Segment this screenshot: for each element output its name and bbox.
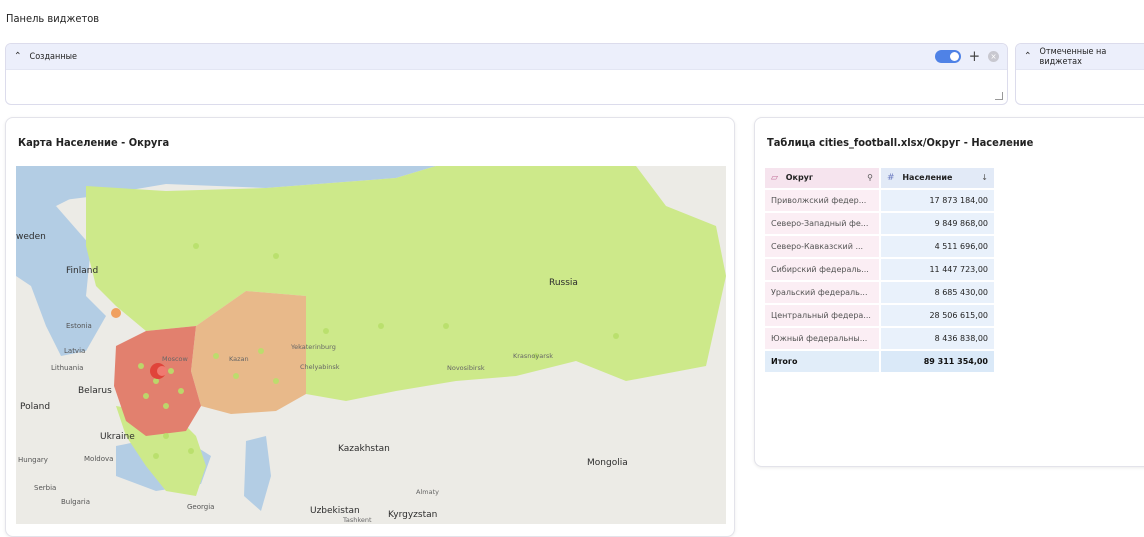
table-header-row: ▱ Округ ⚲ # Население ↓ bbox=[765, 168, 994, 188]
label-novosibirsk: Novosibirsk bbox=[447, 364, 485, 372]
measure-icon: # bbox=[887, 173, 895, 183]
marked-section: ⌃ Отмеченные на виджетах bbox=[1015, 43, 1144, 105]
page-title: Панель виджетов bbox=[6, 12, 100, 25]
cell-region: Южный федеральны... bbox=[765, 328, 879, 349]
label-serbia: Serbia bbox=[34, 484, 57, 492]
cell-population: 11 447 723,00 bbox=[881, 259, 994, 280]
chevron-up-icon[interactable]: ⌃ bbox=[14, 51, 22, 62]
table-row[interactable]: Южный федеральны... 8 436 838,00 bbox=[765, 328, 994, 349]
label-krasnoyarsk: Krasnoyarsk bbox=[513, 352, 554, 360]
cell-population: 28 506 615,00 bbox=[881, 305, 994, 326]
map-widget[interactable]: Карта Население - Округа weden Finland R… bbox=[5, 117, 735, 537]
label-kazakhstan: Kazakhstan bbox=[338, 444, 390, 454]
table-widget-title: Таблица cities_football.xlsx/Округ - Нас… bbox=[767, 136, 1034, 149]
table-row[interactable]: Северо-Западный фе... 9 849 868,00 bbox=[765, 213, 994, 234]
cell-population: 4 511 696,00 bbox=[881, 236, 994, 257]
label-sweden: weden bbox=[16, 232, 46, 242]
label-moscow: Moscow bbox=[162, 355, 188, 363]
table-widget[interactable]: Таблица cities_football.xlsx/Округ - Нас… bbox=[754, 117, 1144, 467]
cell-region: Уральский федераль... bbox=[765, 282, 879, 303]
label-moldova: Moldova bbox=[84, 455, 114, 463]
created-section: ⌃ Созданные + × bbox=[5, 43, 1008, 105]
label-almaty: Almaty bbox=[416, 488, 439, 496]
column-label-population: Население bbox=[902, 173, 953, 182]
table-total-row: Итого 89 311 354,00 bbox=[765, 351, 994, 372]
chevron-up-icon[interactable]: ⌃ bbox=[1024, 51, 1032, 62]
label-kyrgyzstan: Kyrgyzstan bbox=[388, 510, 438, 520]
population-table: ▱ Округ ⚲ # Население ↓ Приволжский феде… bbox=[763, 166, 996, 374]
moscow-marker-inner bbox=[157, 366, 167, 376]
cell-region: Сибирский федераль... bbox=[765, 259, 879, 280]
created-toggle[interactable] bbox=[934, 50, 961, 63]
cell-region: Приволжский федер... bbox=[765, 190, 879, 211]
choropleth-map[interactable]: weden Finland Russia Estonia Latvia Lith… bbox=[16, 166, 726, 524]
add-icon[interactable]: + bbox=[969, 49, 980, 64]
map-widget-title: Карта Население - Округа bbox=[18, 136, 170, 149]
label-tashkent: Tashkent bbox=[343, 516, 372, 524]
label-mongolia: Mongolia bbox=[587, 458, 628, 468]
label-lithuania: Lithuania bbox=[51, 364, 84, 372]
label-hungary: Hungary bbox=[18, 456, 48, 464]
label-chelyabinsk: Chelyabinsk bbox=[300, 363, 340, 371]
label-finland: Finland bbox=[66, 266, 99, 276]
label-belarus: Belarus bbox=[78, 386, 112, 396]
arrow-down-icon[interactable]: ↓ bbox=[981, 173, 988, 182]
created-section-header[interactable]: ⌃ Созданные + × bbox=[6, 44, 1007, 70]
column-header-region[interactable]: ▱ Округ ⚲ bbox=[765, 168, 879, 188]
label-poland: Poland bbox=[20, 402, 51, 412]
label-bulgaria: Bulgaria bbox=[61, 498, 91, 506]
label-russia: Russia bbox=[549, 278, 578, 288]
table-row[interactable]: Центральный федера... 28 506 615,00 bbox=[765, 305, 994, 326]
label-uzbekistan: Uzbekistan bbox=[310, 506, 360, 516]
column-header-population[interactable]: # Население ↓ bbox=[881, 168, 994, 188]
marked-section-title: Отмеченные на виджетах bbox=[1039, 46, 1107, 67]
cell-region: Северо-Кавказский ... bbox=[765, 236, 879, 257]
spb-marker bbox=[111, 308, 121, 318]
total-label: Итого bbox=[765, 351, 879, 372]
label-latvia: Latvia bbox=[64, 347, 86, 355]
zoom-icon[interactable]: ⚲ bbox=[867, 173, 873, 182]
cell-population: 17 873 184,00 bbox=[881, 190, 994, 211]
cell-region: Центральный федера... bbox=[765, 305, 879, 326]
map-graphic bbox=[16, 166, 726, 524]
table-row[interactable]: Сибирский федераль... 11 447 723,00 bbox=[765, 259, 994, 280]
total-value: 89 311 354,00 bbox=[881, 351, 994, 372]
label-kazan: Kazan bbox=[229, 355, 249, 363]
close-icon[interactable]: × bbox=[988, 51, 999, 62]
cell-population: 9 849 868,00 bbox=[881, 213, 994, 234]
label-ukraine: Ukraine bbox=[100, 432, 135, 442]
label-estonia: Estonia bbox=[66, 322, 92, 330]
dimension-icon: ▱ bbox=[771, 173, 778, 183]
column-label-region: Округ bbox=[785, 173, 814, 182]
marked-section-header[interactable]: ⌃ Отмеченные на виджетах bbox=[1016, 44, 1144, 70]
table-row[interactable]: Северо-Кавказский ... 4 511 696,00 bbox=[765, 236, 994, 257]
created-section-title: Созданные bbox=[29, 51, 77, 62]
label-georgia: Georgia bbox=[187, 503, 215, 511]
resize-handle[interactable] bbox=[995, 92, 1003, 100]
table-row[interactable]: Уральский федераль... 8 685 430,00 bbox=[765, 282, 994, 303]
table-row[interactable]: Приволжский федер... 17 873 184,00 bbox=[765, 190, 994, 211]
cell-population: 8 436 838,00 bbox=[881, 328, 994, 349]
cell-region: Северо-Западный фе... bbox=[765, 213, 879, 234]
label-yekaterinburg: Yekaterinburg bbox=[291, 343, 336, 351]
cell-population: 8 685 430,00 bbox=[881, 282, 994, 303]
